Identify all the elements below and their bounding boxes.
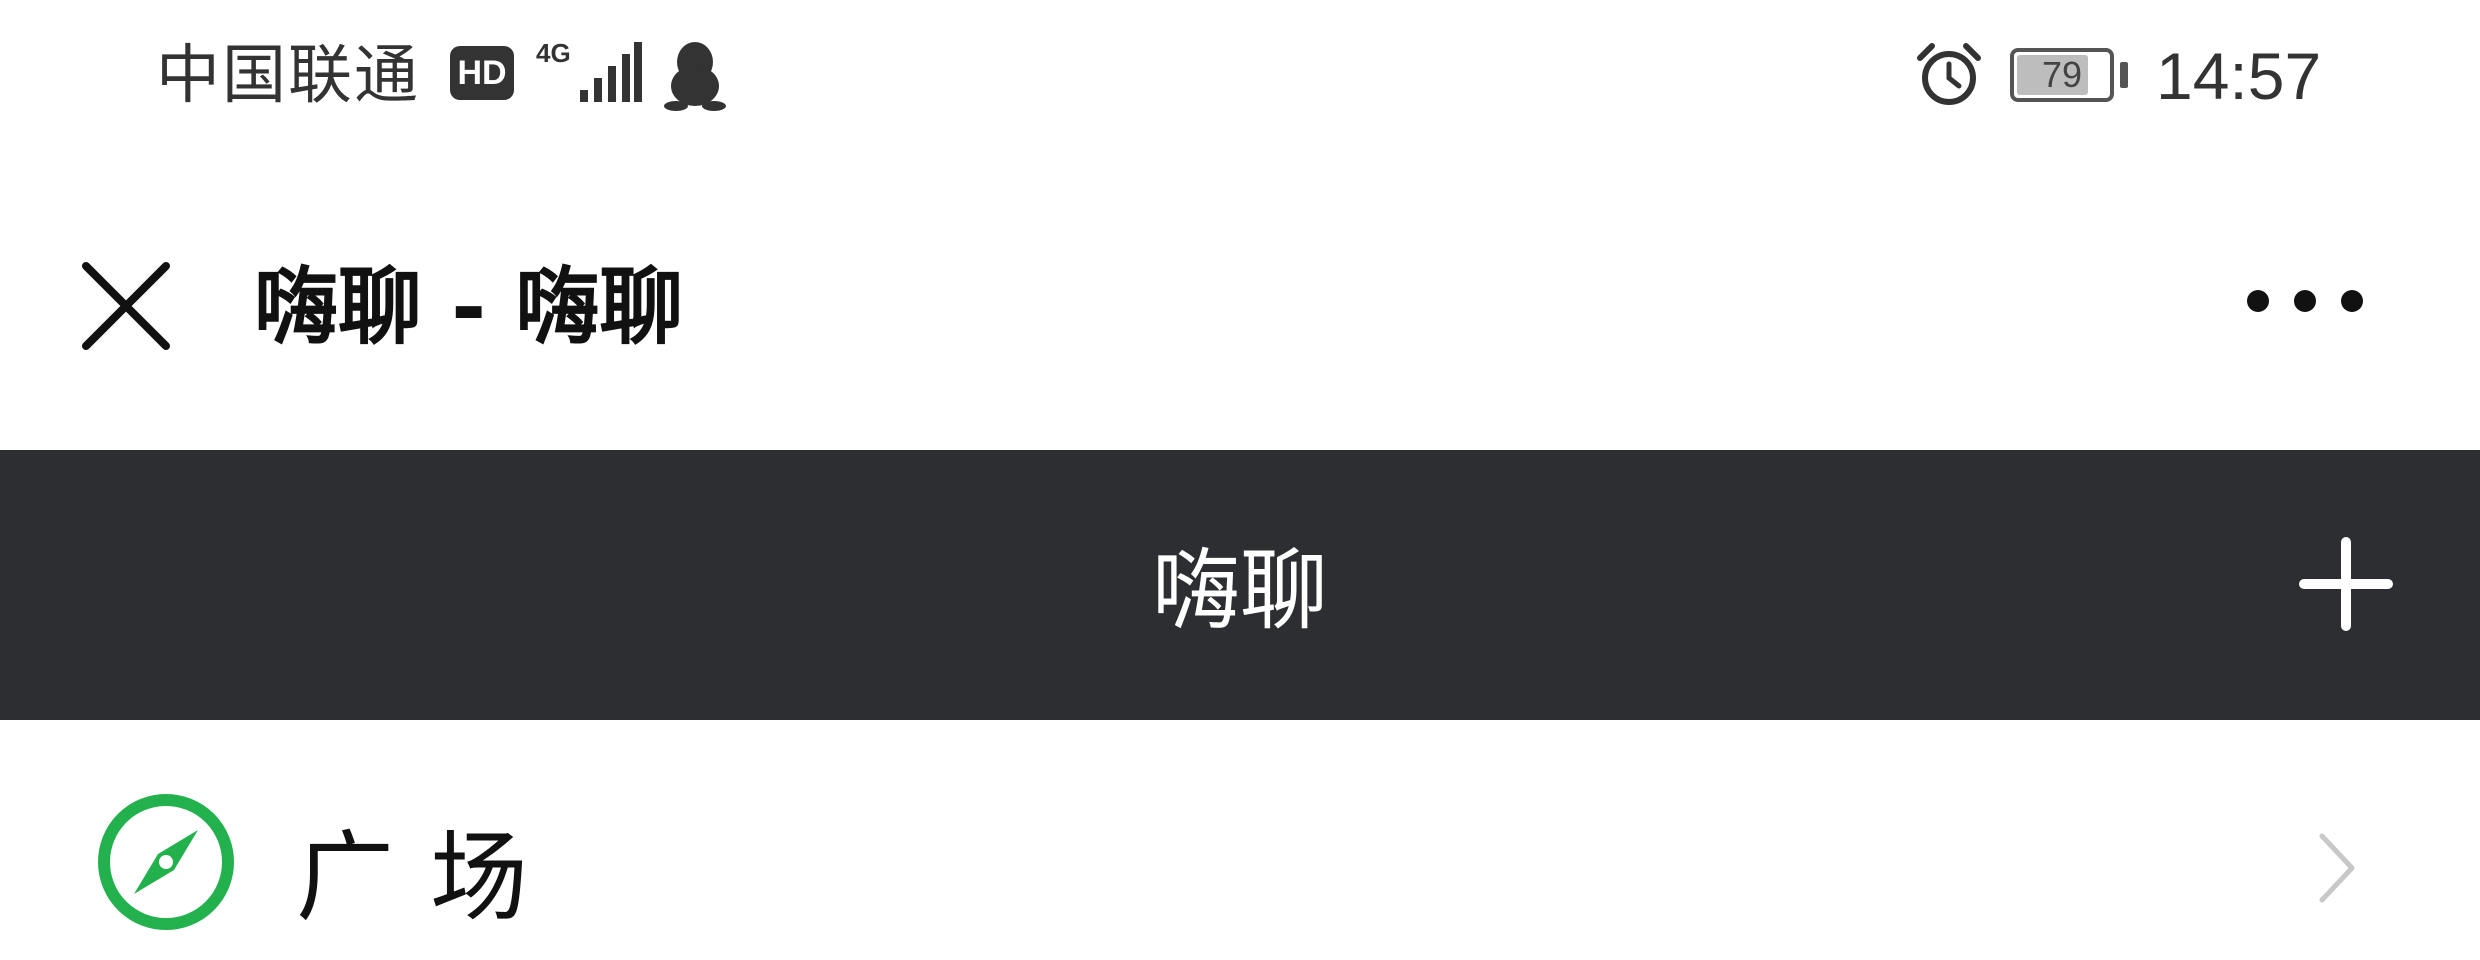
clock: 14:57 bbox=[2156, 39, 2322, 113]
qq-icon bbox=[664, 42, 726, 111]
list-item-label: 广场 bbox=[296, 821, 565, 935]
signal-icon bbox=[580, 42, 642, 102]
chevron-right-icon bbox=[2319, 833, 2355, 903]
close-icon[interactable] bbox=[78, 258, 174, 354]
network-type: 4G bbox=[536, 38, 571, 68]
plus-icon[interactable] bbox=[2296, 534, 2396, 634]
hd-badge: HD bbox=[450, 46, 514, 100]
carrier-name: 中国联通 bbox=[156, 39, 420, 113]
more-icon[interactable] bbox=[2240, 276, 2370, 326]
alarm-icon bbox=[1917, 43, 1981, 105]
app-header: 嗨聊 bbox=[0, 450, 2480, 720]
compass-icon bbox=[98, 794, 234, 930]
page-title: 嗨聊 - 嗨聊 bbox=[254, 258, 684, 356]
app-title: 嗨聊 bbox=[1151, 539, 1328, 642]
battery-icon: 79 bbox=[2010, 48, 2114, 102]
battery-level: 79 bbox=[2041, 54, 2083, 95]
battery-tip bbox=[2120, 62, 2128, 88]
